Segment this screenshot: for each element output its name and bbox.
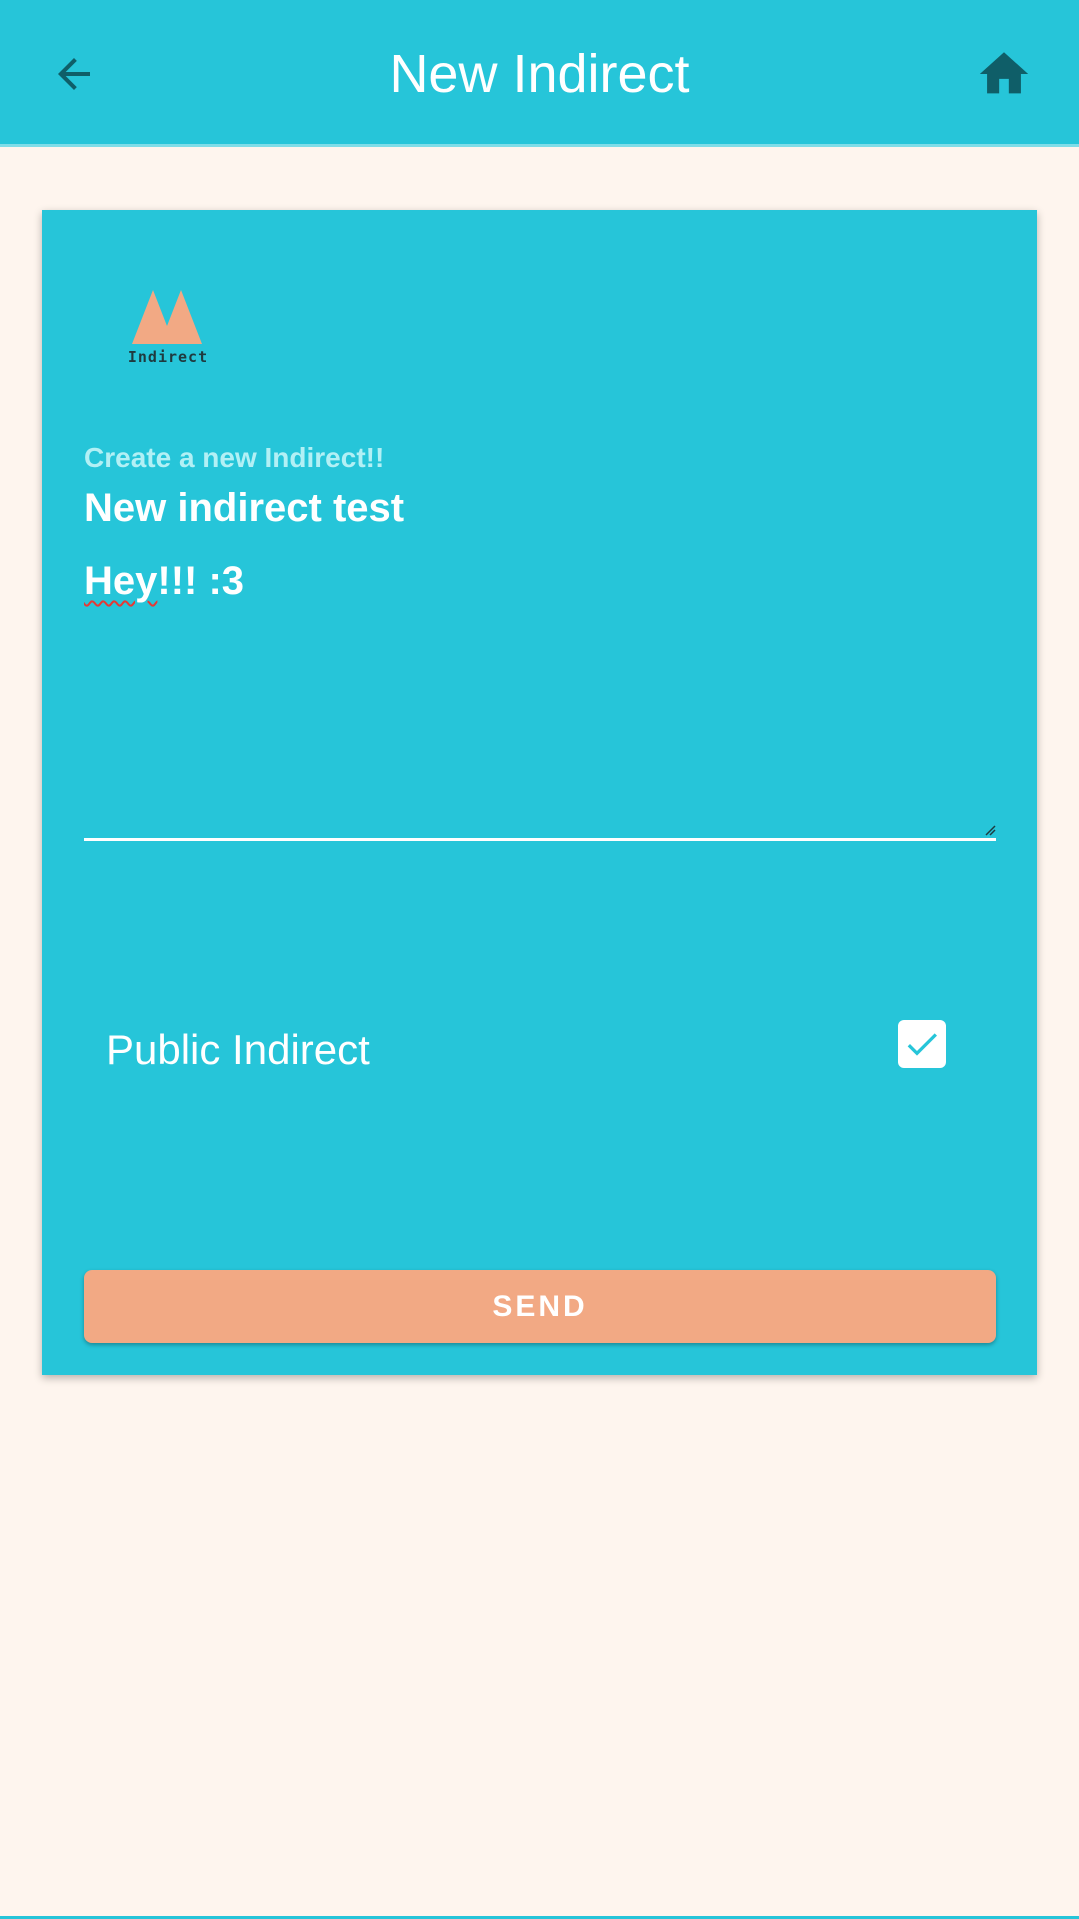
public-indirect-checkbox[interactable] (898, 1020, 946, 1068)
message-misspelled-word: Hey (84, 559, 158, 603)
logo-mark-icon (132, 290, 202, 344)
send-button[interactable]: SEND (84, 1270, 996, 1343)
message-textarea[interactable]: Hey!!! :3 (84, 553, 996, 841)
public-indirect-row: Public Indirect (84, 1010, 996, 1090)
public-indirect-label: Public Indirect (106, 1026, 370, 1073)
home-icon (979, 52, 1029, 94)
app-bar: New Indirect (0, 0, 1079, 147)
resize-handle-icon[interactable] (984, 824, 996, 836)
logo-text: Indirect (127, 348, 209, 366)
new-indirect-card: Indirect Create a new Indirect!! Hey!!! … (42, 210, 1037, 1375)
form-label: Create a new Indirect!! (84, 442, 385, 473)
message-text: Hey!!! :3 (84, 559, 245, 603)
title-input[interactable] (84, 480, 996, 536)
check-icon (907, 1033, 937, 1056)
home-button[interactable] (972, 42, 1036, 106)
page-title: New Indirect (389, 44, 690, 104)
app-logo: Indirect (108, 276, 228, 376)
